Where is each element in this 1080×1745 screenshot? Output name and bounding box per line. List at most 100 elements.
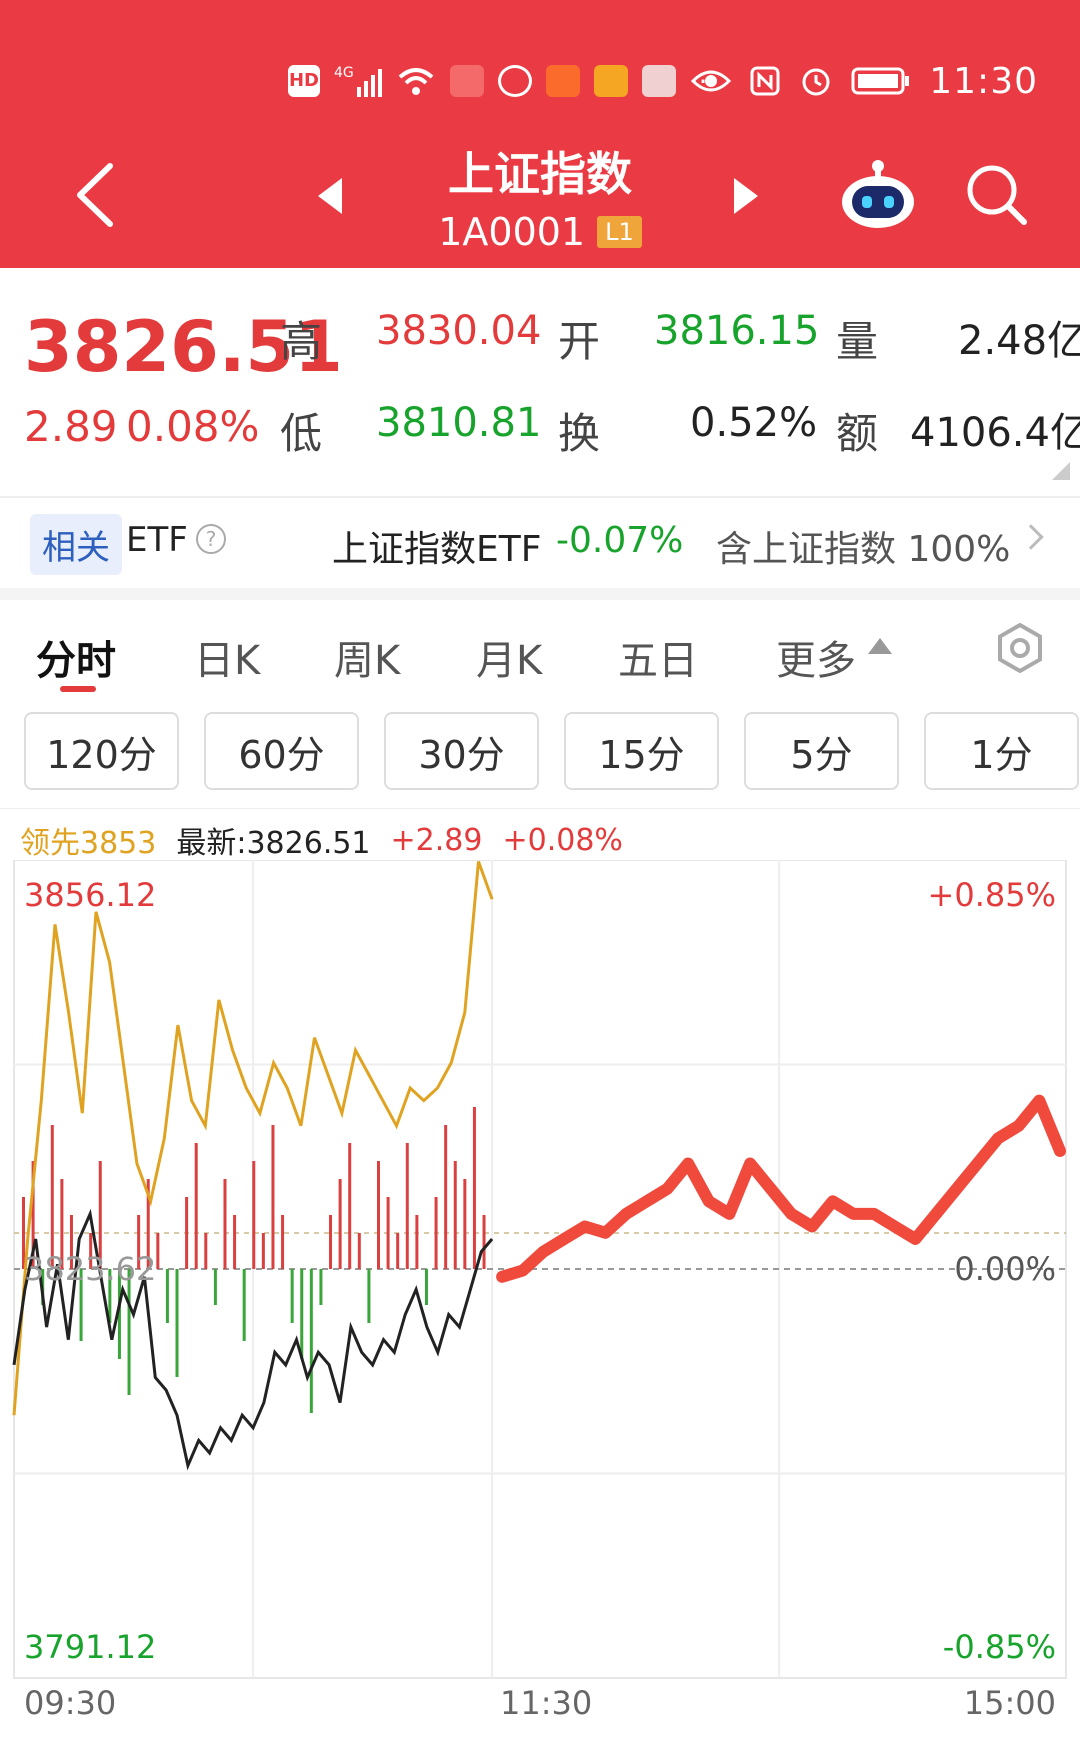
volume-bar-up	[348, 1143, 352, 1269]
related-tag: 相关	[30, 514, 122, 575]
latest-price: 最新:3826.51	[176, 826, 371, 861]
period-30m-button[interactable]: 30分	[384, 712, 539, 790]
nfc-icon	[750, 66, 780, 96]
chart-info-line: 领先3853 最新:3826.51 +2.89 +0.08%	[20, 818, 623, 862]
volume-bar-down	[319, 1269, 323, 1305]
app-header: HD 4G ··· 11:30 上证指数 1A0001 L1	[0, 0, 1080, 268]
app-root: { "status_bar": { "time": "11:30", "netw…	[0, 0, 1080, 1745]
status-right: 11:30	[691, 56, 1038, 106]
chart-grid	[13, 860, 1067, 1679]
divider	[0, 808, 1080, 809]
volume-bar-up	[338, 1179, 342, 1269]
hd-icon: HD	[288, 65, 320, 97]
volume-bar-up	[472, 1107, 476, 1269]
amount-label: 额	[836, 409, 879, 458]
status-icons: HD 4G ···	[288, 56, 716, 106]
volume-bar-up	[252, 1161, 256, 1269]
period-60m-button[interactable]: 60分	[204, 712, 359, 790]
volume-bar-up	[185, 1197, 189, 1269]
etf-change: -0.07%	[556, 520, 684, 561]
volume-bar-up	[434, 1197, 438, 1269]
expand-corner-icon[interactable]	[1052, 462, 1070, 480]
robot-assistant-icon[interactable]	[838, 158, 918, 230]
period-5m-button[interactable]: 5分	[744, 712, 899, 790]
battery-icon	[851, 67, 910, 95]
y-max-label: 3856.12	[24, 876, 157, 914]
x-tick-noon: 11:30	[500, 1684, 593, 1722]
open-label: 开	[558, 317, 601, 366]
volume-bar-down	[367, 1269, 371, 1323]
chart-tabs: 分时 日K 周K 月K 五日 更多	[0, 610, 1080, 690]
volume-bar-up	[204, 1233, 208, 1269]
eye-icon	[691, 70, 732, 92]
volume-bar-up	[271, 1125, 275, 1269]
price-change: 2.89	[24, 402, 118, 451]
volume-bar-up	[50, 1125, 54, 1269]
pct-min-label: -0.85%	[942, 1628, 1056, 1666]
wechat-icon	[497, 65, 532, 97]
volume-bar-up	[281, 1215, 285, 1269]
volume-bar-up	[156, 1233, 160, 1269]
tab-daily-k[interactable]: 日K	[194, 628, 260, 686]
high-value: 3830.04	[376, 308, 542, 354]
tab-monthly-k[interactable]: 月K	[476, 628, 542, 686]
period-120m-button[interactable]: 120分	[24, 712, 179, 790]
volume-bar-up	[357, 1233, 361, 1269]
high-label: 高	[280, 317, 323, 366]
intraday-chart[interactable]	[0, 860, 1080, 1745]
open-value: 3816.15	[654, 308, 820, 354]
alarm-icon	[802, 68, 830, 96]
volume-bar-up	[233, 1215, 237, 1269]
search-icon[interactable]	[964, 162, 1030, 228]
app-icon-a	[545, 65, 580, 97]
tab-five-day[interactable]: 五日	[618, 628, 698, 686]
next-stock-arrow-icon[interactable]	[734, 178, 758, 214]
volume-bar-up	[329, 1215, 333, 1269]
latest-change-pct: +0.08%	[502, 822, 623, 858]
chevron-right-icon	[1018, 524, 1044, 550]
volume-bar-up	[453, 1161, 457, 1269]
latest-change: +2.89	[390, 822, 483, 858]
help-icon[interactable]: ?	[196, 524, 226, 554]
section-gap	[0, 588, 1080, 600]
related-etf-row[interactable]: 相关 ETF ? 上证指数ETF -0.07% 含上证指数 100%	[0, 498, 1080, 588]
etf-contains: 含上证指数 100%	[716, 529, 1011, 570]
etf-name: 上证指数ETF	[332, 529, 542, 570]
wifi-icon	[398, 68, 434, 95]
period-15m-button[interactable]: 15分	[564, 712, 719, 790]
caret-up-icon	[868, 638, 892, 654]
low-value: 3810.81	[376, 400, 542, 446]
stock-code: 1A0001	[438, 210, 586, 254]
tab-more[interactable]: 更多	[776, 628, 856, 686]
page-title: 上证指数	[448, 147, 632, 201]
period-1m-button[interactable]: 1分	[924, 712, 1079, 790]
volume-bar-up	[261, 1233, 265, 1269]
price-lines	[12, 860, 1066, 1471]
x-tick-close: 15:00	[963, 1684, 1056, 1722]
level-badge: L1	[597, 216, 642, 248]
volume-bar-down	[309, 1269, 313, 1413]
app-icon-c	[641, 65, 676, 97]
volume-bar-up	[482, 1215, 486, 1269]
etf-label: ETF	[126, 520, 188, 560]
volume-bar-down	[424, 1269, 428, 1305]
active-tab-indicator	[60, 686, 96, 692]
y-base-label: 3823.62	[24, 1250, 157, 1288]
volume-bar-up	[405, 1143, 409, 1269]
x-tick-open: 09:30	[24, 1684, 117, 1722]
tab-intraday[interactable]: 分时	[36, 628, 116, 686]
volume-bar-up	[415, 1215, 419, 1269]
turnover-label: 换	[558, 409, 601, 458]
volume-bar-up	[376, 1161, 380, 1269]
tab-weekly-k[interactable]: 周K	[334, 628, 400, 686]
stock-code-line: 1A0001 L1	[0, 210, 1080, 254]
low-label: 低	[280, 409, 323, 458]
volume-bar-up	[396, 1233, 400, 1269]
volume-bar-down	[165, 1269, 169, 1323]
price-change-pct: 0.08%	[126, 402, 260, 451]
settings-icon[interactable]	[994, 622, 1046, 674]
signal-icon: 4G	[334, 65, 382, 97]
volume-bar-down	[290, 1269, 294, 1323]
app-icon-b	[593, 65, 628, 97]
lead-indicator: 领先3853	[20, 826, 157, 861]
